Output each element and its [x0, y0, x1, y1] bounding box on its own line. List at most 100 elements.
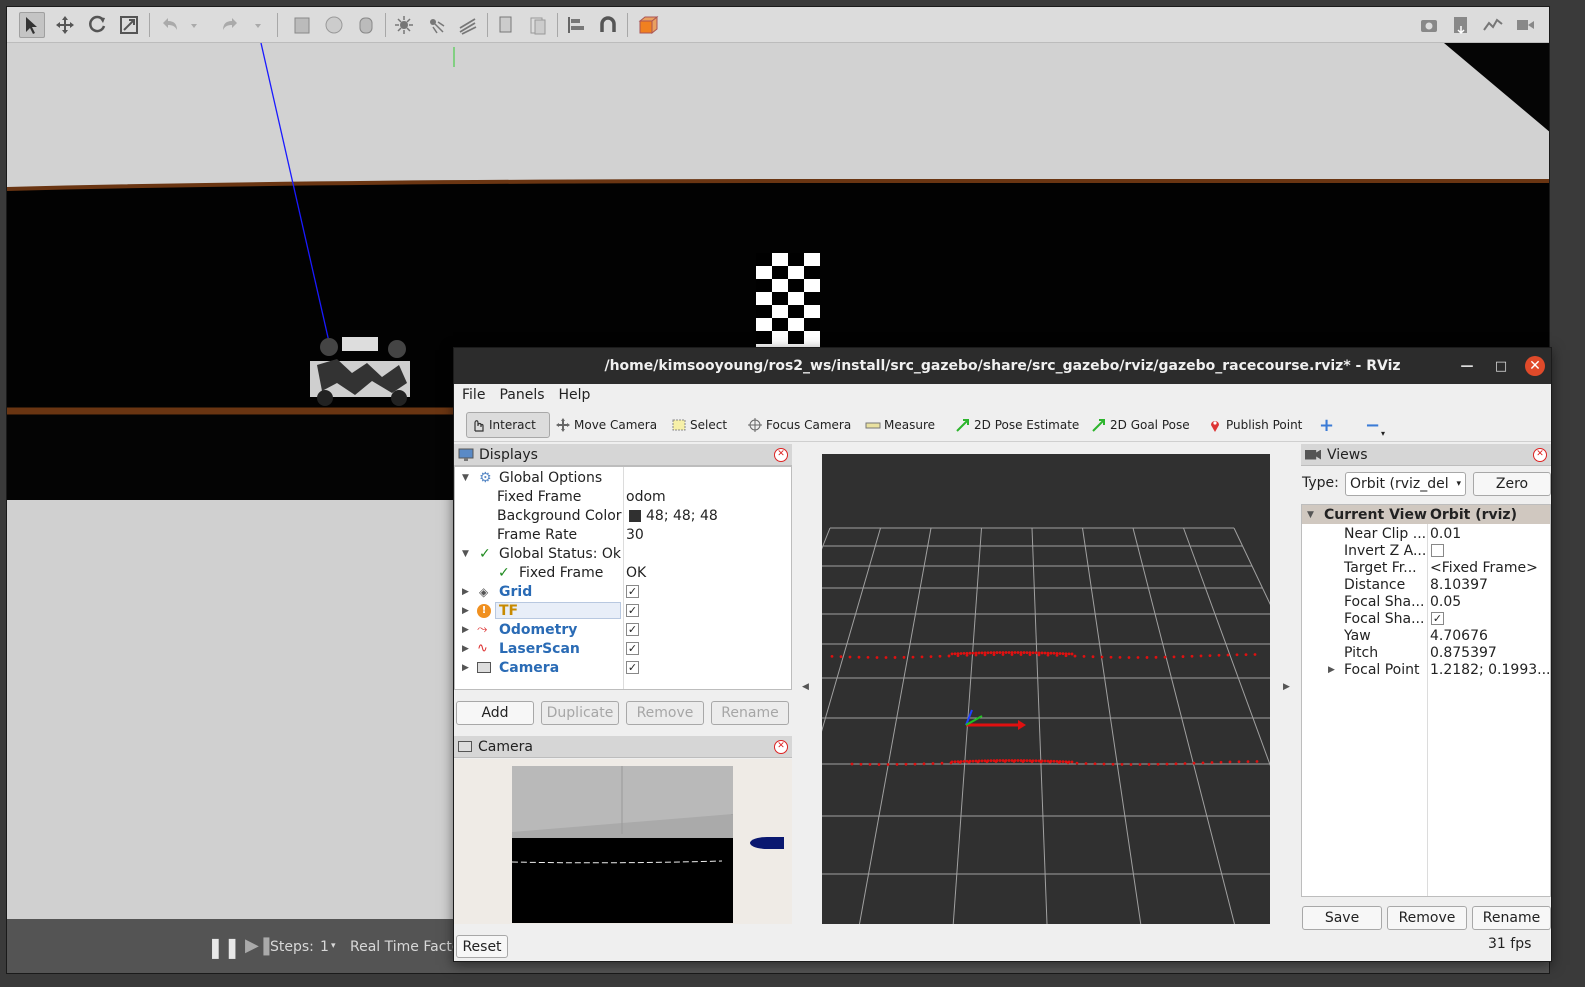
fixed-frame-row[interactable]: Fixed Frame odom: [455, 487, 791, 506]
redo-dropdown-icon[interactable]: [251, 12, 265, 38]
collapse-left-icon[interactable]: ◀: [802, 682, 809, 692]
steps-dropdown-icon[interactable]: ▾: [331, 941, 336, 951]
steps-value[interactable]: 1: [320, 939, 329, 955]
sphere-icon[interactable]: [321, 12, 347, 38]
expand-arrow-icon[interactable]: ▶: [462, 663, 472, 673]
menu-file[interactable]: File: [462, 387, 485, 403]
zero-button[interactable]: Zero: [1473, 472, 1551, 496]
display-row-laserscan[interactable]: ▶ ∿ LaserScan ✓: [455, 639, 791, 658]
remove-display-button[interactable]: Remove: [626, 701, 704, 725]
redo-icon[interactable]: [217, 12, 243, 38]
collapse-arrow-icon[interactable]: ▼: [462, 473, 472, 483]
color-swatch[interactable]: [629, 509, 641, 522]
view-property-value[interactable]: 0.01: [1430, 526, 1461, 542]
expand-arrow-icon[interactable]: ▶: [462, 606, 472, 616]
close-displays-panel-icon[interactable]: ✕: [774, 448, 788, 462]
directional-light-icon[interactable]: [455, 12, 481, 38]
copy-icon[interactable]: [493, 12, 519, 38]
add-display-button[interactable]: Add: [456, 701, 534, 725]
background-color-value[interactable]: 48; 48; 48: [646, 508, 718, 524]
view-property-value[interactable]: 1.2182; 0.1993...: [1430, 662, 1550, 678]
point-light-icon[interactable]: [391, 12, 417, 38]
plot-icon[interactable]: [1480, 12, 1506, 38]
menu-panels[interactable]: Panels: [499, 387, 544, 403]
view-property-value[interactable]: 8.10397: [1430, 577, 1488, 593]
view-angle-icon[interactable]: [635, 12, 661, 38]
map-pin-icon: [1211, 421, 1219, 432]
display-enable-checkbox[interactable]: ✓: [626, 623, 639, 636]
rviz-3d-view[interactable]: [822, 454, 1270, 924]
tool-interact[interactable]: Interact: [466, 412, 550, 438]
display-row-grid[interactable]: ▶ ◈ Grid ✓: [455, 582, 791, 601]
expand-arrow-icon[interactable]: ▶: [462, 587, 472, 597]
scale-icon[interactable]: [116, 12, 142, 38]
view-property-checkbox[interactable]: [1431, 544, 1444, 557]
remove-view-button[interactable]: Remove: [1387, 906, 1467, 930]
translate-icon[interactable]: [52, 12, 78, 38]
rename-view-button[interactable]: Rename: [1472, 906, 1551, 930]
cylinder-icon[interactable]: [353, 12, 379, 38]
align-icon[interactable]: [563, 12, 589, 38]
minimize-icon[interactable]: —: [1457, 356, 1477, 376]
display-enable-checkbox[interactable]: ✓: [626, 642, 639, 655]
frame-rate-value[interactable]: 30: [626, 527, 644, 543]
tool-dropdown-icon[interactable]: ▾: [1378, 420, 1388, 446]
collapse-arrow-icon[interactable]: ▼: [1307, 510, 1317, 520]
display-row-tf[interactable]: ▶ ! TF ✓: [455, 601, 791, 620]
expand-arrow-icon[interactable]: ▶: [462, 625, 472, 635]
select-arrow-icon[interactable]: [19, 12, 45, 38]
tool-focus-camera[interactable]: Focus Camera: [744, 412, 854, 438]
view-property-checkbox[interactable]: ✓: [1431, 612, 1444, 625]
paste-icon[interactable]: [525, 12, 551, 38]
reset-button[interactable]: Reset: [456, 935, 508, 958]
frame-rate-row[interactable]: Frame Rate 30: [455, 525, 791, 544]
collapse-right-icon[interactable]: ▶: [1283, 682, 1290, 692]
menu-help[interactable]: Help: [559, 387, 591, 403]
close-window-icon[interactable]: ✕: [1525, 356, 1545, 376]
save-view-button[interactable]: Save: [1302, 906, 1382, 930]
background-color-row[interactable]: Background Color 48; 48; 48: [455, 506, 791, 525]
close-camera-panel-icon[interactable]: ✕: [774, 740, 788, 754]
tool-2d-pose-estimate[interactable]: 2D Pose Estimate: [952, 412, 1082, 438]
global-status-row[interactable]: ▼ ✓ Global Status: Ok: [455, 544, 791, 563]
view-property-value[interactable]: 0.875397: [1430, 645, 1497, 661]
tool-select[interactable]: Select: [668, 412, 730, 438]
robot-car-model[interactable]: [310, 337, 410, 406]
maximize-icon[interactable]: □: [1491, 356, 1511, 376]
tool-measure[interactable]: Measure: [862, 412, 938, 438]
screenshot-icon[interactable]: [1416, 12, 1442, 38]
undo-icon[interactable]: [157, 12, 183, 38]
view-property-value[interactable]: 4.70676: [1430, 628, 1488, 644]
rename-display-button[interactable]: Rename: [711, 701, 789, 725]
pause-icon[interactable]: ❚❚: [207, 935, 241, 959]
expand-arrow-icon[interactable]: ▶: [1328, 665, 1338, 675]
view-property-value[interactable]: 0.05: [1430, 594, 1461, 610]
tool-publish-point[interactable]: Publish Point: [1204, 412, 1305, 438]
display-enable-checkbox[interactable]: ✓: [626, 604, 639, 617]
tool-move-camera[interactable]: Move Camera: [552, 412, 660, 438]
rotate-icon[interactable]: [84, 12, 110, 38]
collapse-arrow-icon[interactable]: ▼: [462, 549, 472, 559]
display-enable-checkbox[interactable]: ✓: [626, 585, 639, 598]
duplicate-display-button[interactable]: Duplicate: [541, 701, 619, 725]
record-video-icon[interactable]: [1512, 12, 1538, 38]
box-icon[interactable]: [289, 12, 315, 38]
spot-light-icon[interactable]: [423, 12, 449, 38]
log-icon[interactable]: [1448, 12, 1474, 38]
undo-dropdown-icon[interactable]: [187, 12, 201, 38]
display-row-camera[interactable]: ▶ Camera ✓: [455, 658, 791, 677]
display-row-odometry[interactable]: ▶ ⤳ Odometry ✓: [455, 620, 791, 639]
status-fixed-frame-row[interactable]: ✓ Fixed Frame OK: [455, 563, 791, 582]
close-views-panel-icon[interactable]: ✕: [1533, 448, 1547, 462]
add-tool-icon[interactable]: +: [1316, 412, 1337, 438]
global-options-row[interactable]: ▼ ⚙ Global Options: [455, 468, 791, 487]
current-view-row[interactable]: ▼ Current View Orbit (rviz): [1302, 505, 1550, 524]
fixed-frame-value[interactable]: odom: [626, 489, 666, 505]
view-property-value[interactable]: <Fixed Frame>: [1430, 560, 1538, 576]
tool-2d-goal-pose[interactable]: 2D Goal Pose: [1088, 412, 1193, 438]
view-property-row[interactable]: ▶ Focal Point 1.2182; 0.1993...: [1302, 660, 1550, 679]
display-enable-checkbox[interactable]: ✓: [626, 661, 639, 674]
expand-arrow-icon[interactable]: ▶: [462, 644, 472, 654]
view-type-dropdown[interactable]: Orbit (rviz_del ▾: [1345, 472, 1466, 496]
snap-icon[interactable]: [595, 12, 621, 38]
